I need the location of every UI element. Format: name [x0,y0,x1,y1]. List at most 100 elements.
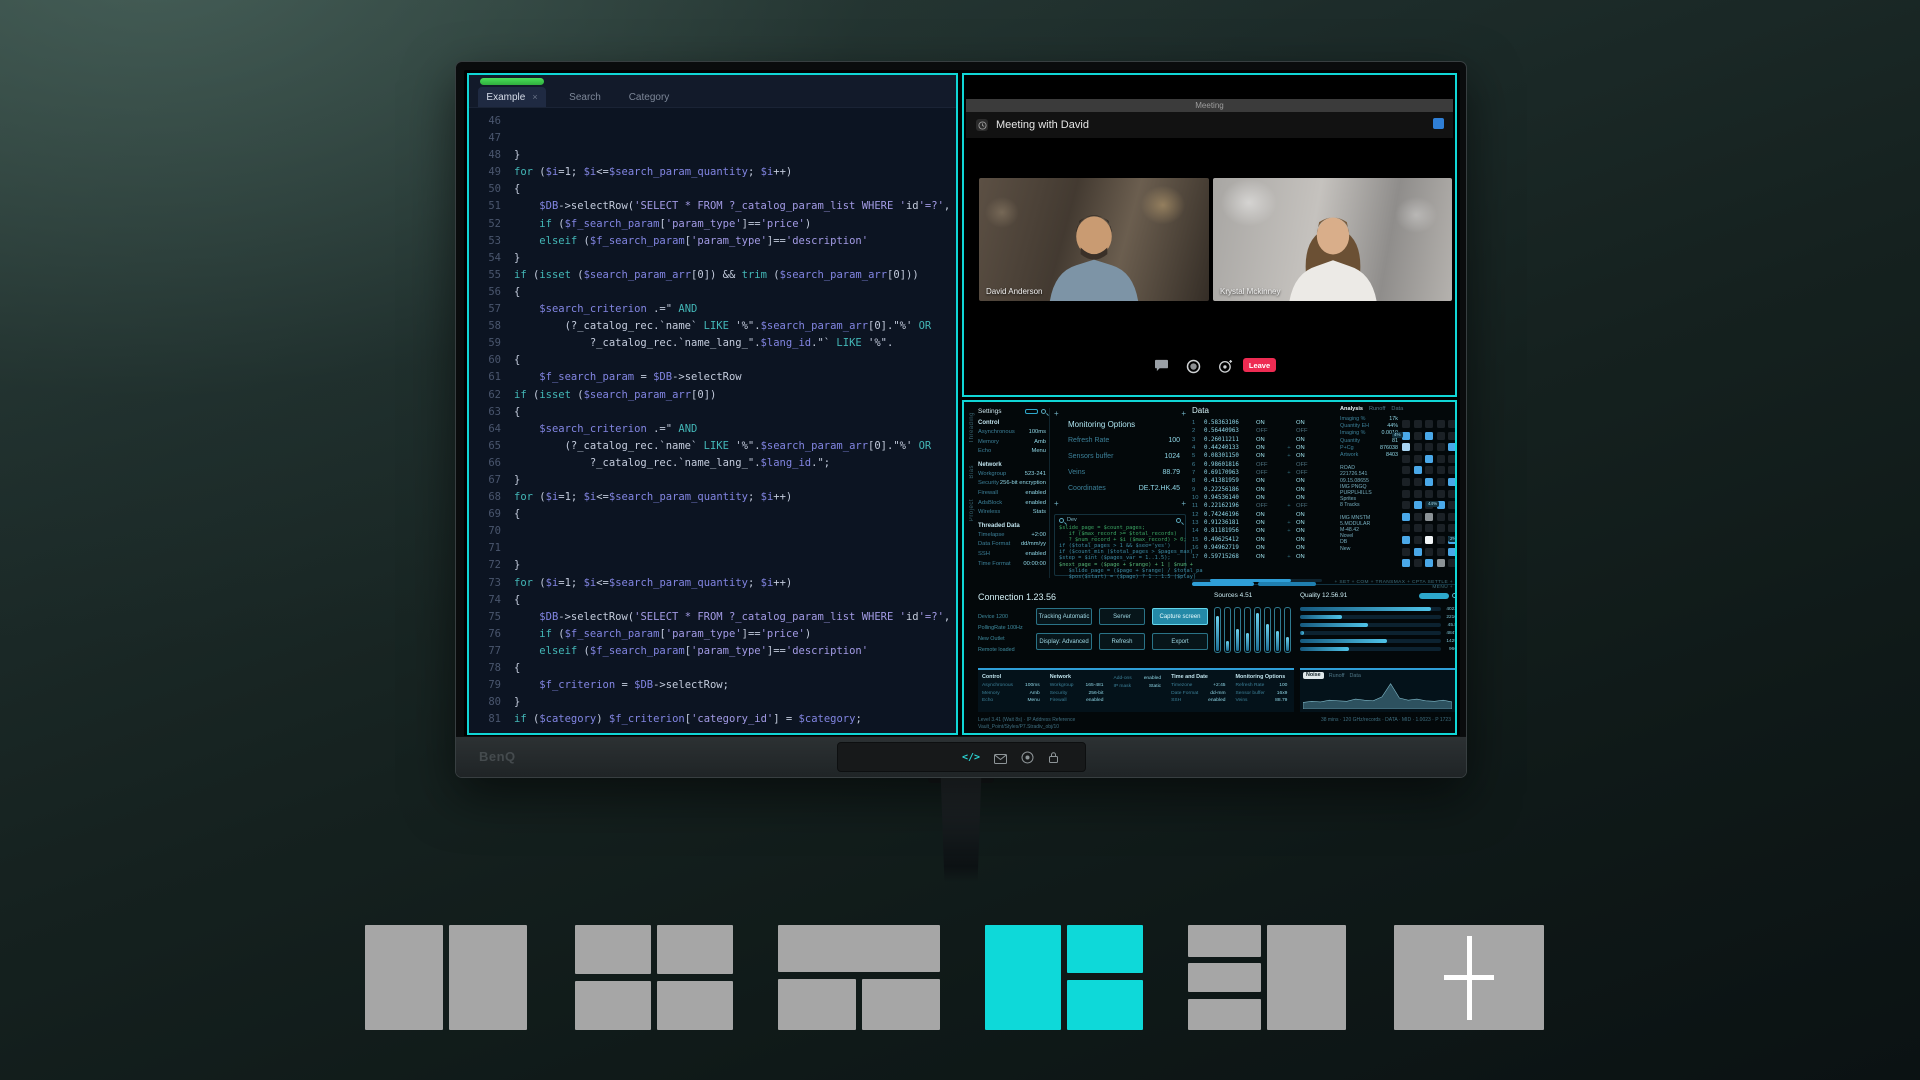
code-line: 63{ [469,404,956,421]
chat-icon[interactable] [1154,359,1172,374]
grid-cell [1425,490,1433,498]
video-tile-david[interactable]: David Anderson [979,178,1209,301]
meeting-window-titlebar[interactable]: Meeting [966,99,1453,112]
monitor: Example × Search Category 464748}49for (… [455,61,1467,778]
layout-cell [657,925,733,974]
table-row: 20.56440963OFFOFF [1192,427,1336,435]
close-tab-icon[interactable]: × [532,92,537,102]
grid-cell [1425,466,1433,474]
layout-option-2[interactable] [575,925,733,1030]
tab-search[interactable]: Search [561,87,609,107]
layout-cell [449,925,527,1030]
meeting-pane: Meeting Meeting with David [962,73,1457,397]
record-icon[interactable] [1186,359,1204,374]
dashboard-button[interactable]: Export [1152,633,1208,650]
participant-name: Krystal Mckinney [1220,287,1280,296]
table-row: 160.94962719ONON [1192,544,1336,552]
grid-cell [1414,536,1422,544]
status-line: Vault_Point/Styles/P7.Stradiv_obj/10 [978,724,1075,731]
dashboard-button[interactable]: Server [1099,608,1145,625]
code-mode-icon[interactable]: </> [962,752,980,763]
settings-row: Asynchronous100ms [978,428,1046,438]
grid-cell [1414,501,1422,509]
layout-option-6[interactable] [1394,925,1544,1030]
grid-cell [1425,536,1433,544]
monitoring-options-panel: + + + + Monitoring Options Refresh Rate1… [1054,410,1186,508]
value-chip: 2% [1448,536,1457,542]
grid-cell [1437,455,1445,463]
quality-bar: 2210 [1300,613,1457,621]
settings-pill[interactable] [1025,409,1038,414]
side-tab[interactable]: Project [969,499,975,526]
noise-tab[interactable]: Data [1349,673,1360,679]
data-table-title: Data [1192,406,1336,415]
noise-panel: Noise Runoff Data [1300,668,1457,712]
grid-cell [1437,524,1445,532]
search-icon[interactable] [1176,518,1181,523]
layout-option-3[interactable] [778,925,940,1030]
grid-cell [1414,559,1422,567]
table-row: 120.74246196ONON [1192,511,1336,519]
lock-icon[interactable] [1048,751,1061,764]
settings-row: Security256-bit [1050,690,1104,698]
quality-filter-pill[interactable] [1419,593,1449,599]
grid-cell [1425,548,1433,556]
layout-option-4[interactable] [985,925,1143,1030]
search-icon[interactable] [1041,409,1046,414]
mail-icon[interactable] [994,751,1007,764]
video-tile-krystal[interactable]: Krystal Mckinney [1213,178,1452,301]
footer-settings-column: Add-onsenabledIP maskStatic [1113,673,1161,709]
source-gauge [1234,607,1241,653]
status-right: 38 mins · 120 GHz/records · DATA · MID ·… [1321,717,1451,731]
grid-cell [1402,466,1410,474]
code-line: 56{ [469,284,956,301]
dashboard-button[interactable]: Display: Advanced [1036,633,1092,650]
noise-tab[interactable]: Noise [1303,672,1324,679]
connection-section: Connection 1.23.56 Device 1200PollingRat… [978,592,1210,664]
noise-tab[interactable]: Runoff [1329,673,1345,679]
analysis-tab[interactable]: Analysis [1340,406,1363,412]
table-row: 10.58363106ONON [1192,419,1336,427]
grid-cell [1448,490,1456,498]
settings-row: Sensors buffer1024 [1068,449,1180,465]
layout-option-1[interactable] [365,925,527,1030]
code-area[interactable]: 464748}49for ($i=1; $i<=$search_param_qu… [469,108,956,733]
meeting-settings-icon[interactable] [1433,118,1444,129]
dashboard-statusbar: Level 3.41 (Wait 8s) · IP Address Refere… [978,717,1451,731]
tab-example[interactable]: Example × [478,87,546,107]
settings-row: Artwork8403 [1340,452,1398,459]
search-icon[interactable] [1452,593,1457,598]
side-tab[interactable]: Bias [969,465,975,484]
settings-row: Security256-bit encryption [978,479,1046,489]
heatmap-row [1402,432,1457,440]
leave-button[interactable]: Leave [1243,358,1276,372]
tab-category[interactable]: Category [621,87,677,107]
grid-cell [1414,443,1422,451]
grid-cell [1448,443,1456,451]
data-table: Data 10.58363106ONON20.56440963OFFOFF30.… [1192,406,1336,582]
side-tab[interactable]: Threading [969,412,975,449]
grid-cell [1402,420,1410,428]
code-line: 53 elseif ($f_search_param['param_type']… [469,233,956,250]
dashboard-button[interactable]: Tracking Automatic [1036,608,1092,625]
settings-row: Time Format00:00:00 [978,560,1046,570]
analysis-tab[interactable]: Data [1391,406,1403,412]
source-gauge [1254,607,1261,653]
layout-cell [862,979,940,1030]
settings-row: SSHenabled [978,550,1046,560]
analysis-tab[interactable]: Runoff [1369,406,1385,412]
crop-mark: + [1054,500,1059,508]
grid-cell [1414,466,1422,474]
settings-row: Workgroup523-241 [978,470,1046,480]
grid-cell [1437,432,1445,440]
grid-cell [1425,513,1433,521]
meeting-title: Meeting with David [996,119,1089,131]
active-tab-indicator [480,78,544,85]
layout-option-5[interactable] [1188,925,1346,1030]
aperture-icon[interactable] [1021,751,1034,764]
dashboard-button[interactable]: Refresh [1099,633,1145,650]
dashboard-button[interactable]: Capture screen [1152,608,1208,625]
status-line: Level 3.41 (Wait 8s) · IP Address Refere… [978,717,1075,724]
layout-cell [1067,980,1143,1030]
add-person-icon[interactable] [1218,359,1236,374]
